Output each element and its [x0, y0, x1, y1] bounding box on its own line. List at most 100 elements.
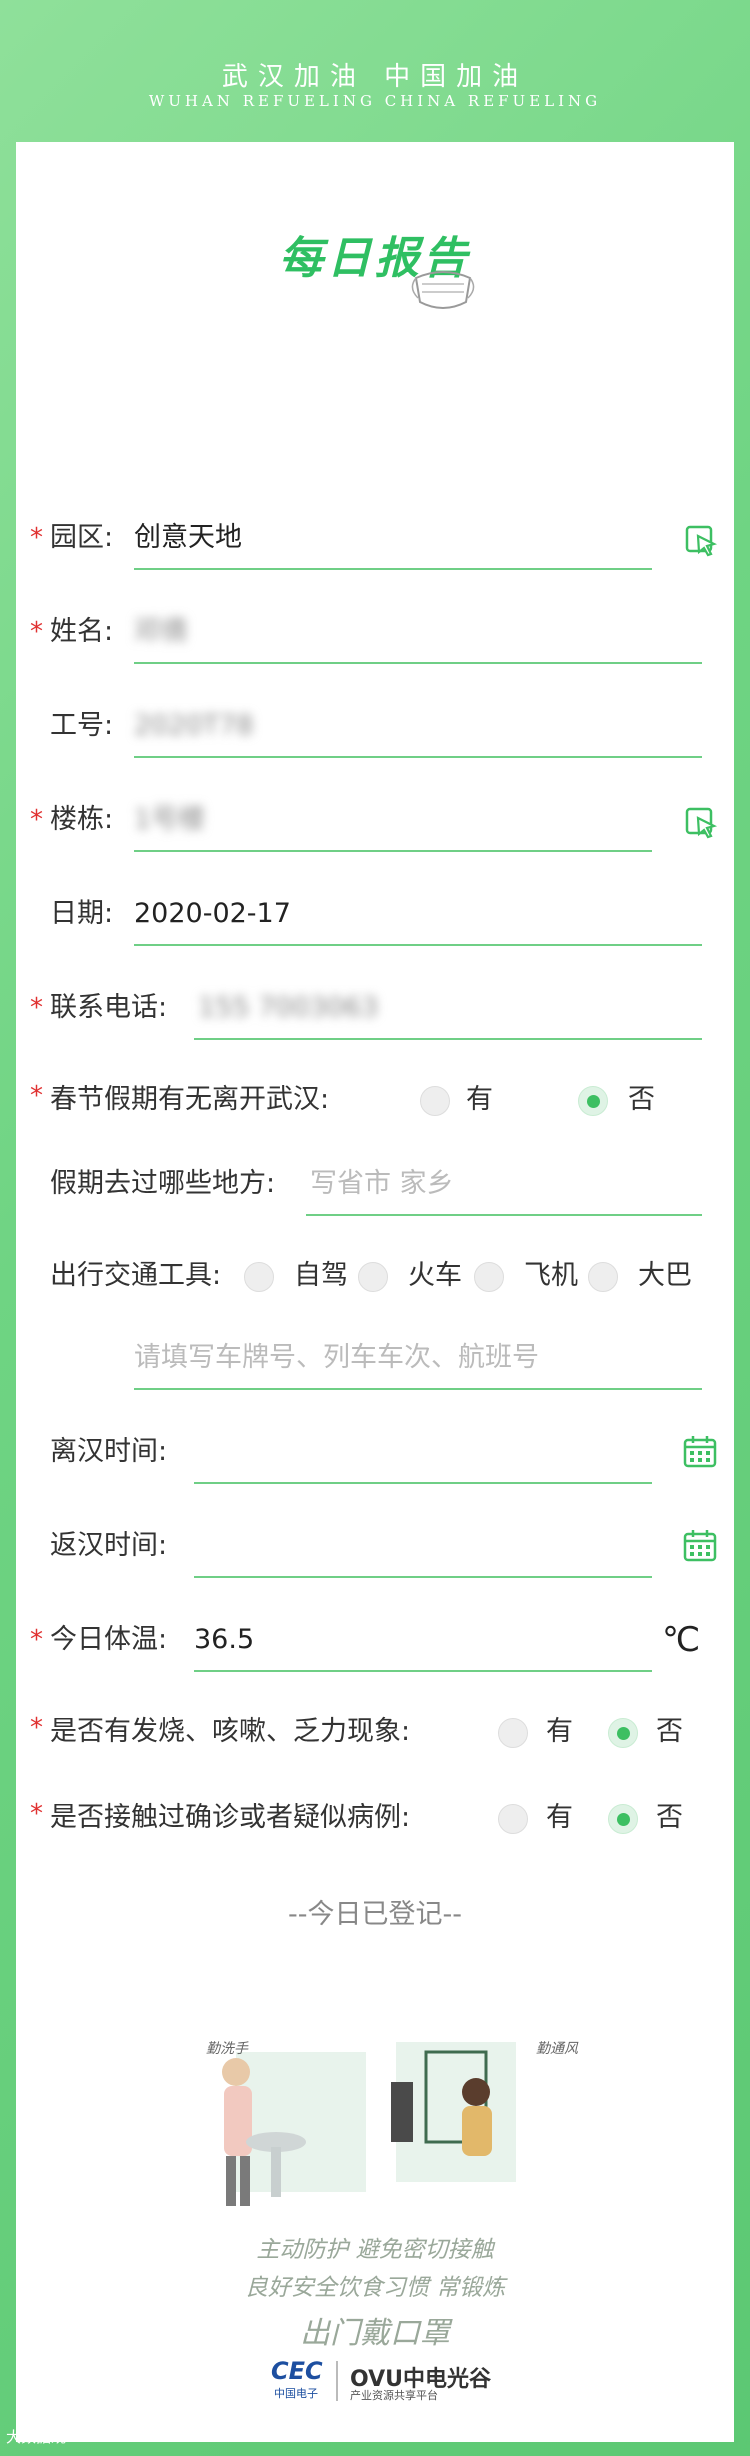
calendar-icon[interactable] [682, 1528, 718, 1564]
transport-label: 出行交通工具: [50, 1260, 222, 1291]
cec-logo-sub: 中国电子 [274, 2387, 318, 2400]
left-wuhan-row: * 春节假期有无离开武汉: 有 否 [16, 1076, 734, 1136]
contact-label: 是否接触过确诊或者疑似病例: [50, 1802, 411, 1833]
celsius-unit: ℃ [662, 1620, 701, 1660]
places-label: 假期去过哪些地方: [50, 1168, 276, 1199]
pointer-select-icon[interactable] [684, 524, 718, 558]
park-label: 园区: [50, 522, 114, 553]
park-underline [134, 568, 652, 570]
contact-row: * 是否接触过确诊或者疑似病例: 有 否 [16, 1794, 734, 1854]
banner: 武汉加油 中国加油 WUHAN REFUELING CHINA REFUELIN… [0, 0, 750, 140]
banner-title-cn: 武汉加油 中国加油 [221, 62, 529, 92]
logo-divider [336, 2361, 338, 2401]
pointer-select-icon[interactable] [684, 806, 718, 840]
building-row: * 楼栋: 1号楼 [16, 800, 734, 860]
cec-logo: CEC [271, 2357, 323, 2385]
symptoms-row: * 是否有发烧、咳嗽、乏力现象: 有 否 [16, 1708, 734, 1768]
date-value[interactable]: 2020-02-17 [134, 894, 291, 934]
contact-yes-label[interactable]: 有 [546, 1798, 573, 1838]
required-mark: * [30, 1713, 43, 1743]
transport-plane-radio[interactable] [474, 1262, 504, 1292]
face-mask-icon [411, 271, 475, 309]
return-time-row: 返汉时间: [16, 1526, 734, 1586]
transport-train-label[interactable]: 火车 [408, 1256, 462, 1296]
park-row: * 园区: 创意天地 [16, 518, 734, 578]
required-mark: * [30, 993, 43, 1023]
date-label: 日期: [50, 898, 114, 929]
transport-car-label[interactable]: 自驾 [294, 1256, 348, 1296]
name-value[interactable]: 邓倩 [134, 612, 188, 652]
transport-bus-radio[interactable] [588, 1262, 618, 1292]
return-time-underline[interactable] [194, 1576, 652, 1578]
watermark: 大数据观 [6, 2428, 67, 2446]
required-mark: * [30, 1625, 43, 1655]
employee-id-value[interactable]: 2020T78 [134, 706, 254, 746]
required-mark: * [30, 805, 43, 835]
building-underline [134, 850, 652, 852]
slogan-line-3: 出门戴口罩 [300, 2316, 450, 2351]
banner-title-en: WUHAN REFUELING CHINA REFUELING [148, 92, 602, 110]
symptoms-no-radio[interactable] [608, 1718, 638, 1748]
name-label: 姓名: [50, 616, 114, 647]
building-label: 楼栋: [50, 804, 114, 835]
symptoms-yes-label[interactable]: 有 [546, 1712, 573, 1752]
name-row: * 姓名: 邓倩 [16, 612, 734, 672]
transport-bus-label[interactable]: 大巴 [638, 1256, 692, 1296]
symptoms-label: 是否有发烧、咳嗽、乏力现象: [50, 1716, 411, 1747]
employee-id-row: 工号: 2020T78 [16, 706, 734, 766]
temperature-label: 今日体温: [50, 1624, 168, 1655]
required-mark: * [30, 617, 43, 647]
phone-value[interactable]: 155 7003063 [198, 988, 378, 1028]
transport-detail-input[interactable]: 请填写车牌号、列车车次、航班号 [134, 1338, 539, 1378]
date-underline [134, 944, 702, 946]
required-mark: * [30, 1081, 43, 1111]
contact-no-radio[interactable] [608, 1804, 638, 1834]
tag-right-text: 勤通风 [536, 2041, 578, 2057]
prevention-illustration [222, 2042, 516, 2206]
contact-yes-radio[interactable] [498, 1804, 528, 1834]
places-row: 假期去过哪些地方: 写省市 家乡 [16, 1164, 734, 1224]
left-wuhan-yes-radio[interactable] [420, 1086, 450, 1116]
slogan-line-2: 良好安全饮食习惯 常锻炼 [244, 2275, 506, 2301]
slogan-line-1: 主动防护 避免密切接触 [256, 2237, 494, 2263]
left-wuhan-no-label[interactable]: 否 [628, 1080, 655, 1120]
phone-underline [194, 1038, 702, 1040]
date-row: 日期: 2020-02-17 [16, 894, 734, 954]
calendar-icon[interactable] [682, 1434, 718, 1470]
symptoms-no-label[interactable]: 否 [656, 1712, 683, 1752]
park-value[interactable]: 创意天地 [134, 518, 242, 558]
left-wuhan-label: 春节假期有无离开武汉: [50, 1084, 330, 1115]
building-value[interactable]: 1号楼 [134, 800, 205, 840]
temperature-value[interactable]: 36.5 [194, 1620, 254, 1660]
left-wuhan-yes-label[interactable]: 有 [466, 1080, 493, 1120]
footer-logos: CEC 中国电子 OVU中电光谷 产业资源共享平台 [16, 2357, 734, 2407]
places-underline [306, 1214, 702, 1216]
phone-row: * 联系电话: 155 7003063 [16, 988, 734, 1048]
transport-car-radio[interactable] [244, 1262, 274, 1292]
name-underline [134, 662, 702, 664]
transport-train-radio[interactable] [358, 1262, 388, 1292]
tag-left-text: 勤洗手 [206, 2041, 248, 2057]
leave-time-underline[interactable] [194, 1482, 652, 1484]
leave-time-row: 离汉时间: [16, 1432, 734, 1492]
status-text: --今日已登记-- [288, 1899, 462, 1930]
temperature-underline [194, 1670, 652, 1672]
transport-row: 出行交通工具: 自驾 火车 飞机 大巴 [16, 1252, 734, 1312]
required-mark: * [30, 1799, 43, 1829]
employee-id-label: 工号: [50, 710, 114, 741]
transport-detail-row: 请填写车牌号、列车车次、航班号 [16, 1338, 734, 1398]
left-wuhan-no-radio[interactable] [578, 1086, 608, 1116]
ovu-logo-sub: 产业资源共享平台 [350, 2389, 438, 2402]
required-mark: * [30, 523, 43, 553]
transport-plane-label[interactable]: 飞机 [524, 1256, 578, 1296]
contact-no-label[interactable]: 否 [656, 1798, 683, 1838]
places-input[interactable]: 写省市 家乡 [310, 1164, 454, 1204]
return-time-label: 返汉时间: [50, 1530, 168, 1561]
leave-time-label: 离汉时间: [50, 1436, 168, 1467]
page-title-wrap: 每日报告 [16, 222, 734, 286]
report-card: 每日报告 * 园区: 创意天地 * 姓名: 邓倩 工号: 2020T78 * 楼… [16, 142, 734, 2442]
employee-id-underline [134, 756, 702, 758]
phone-label: 联系电话: [50, 992, 168, 1023]
symptoms-yes-radio[interactable] [498, 1718, 528, 1748]
temperature-row: * 今日体温: 36.5 ℃ [16, 1620, 734, 1680]
